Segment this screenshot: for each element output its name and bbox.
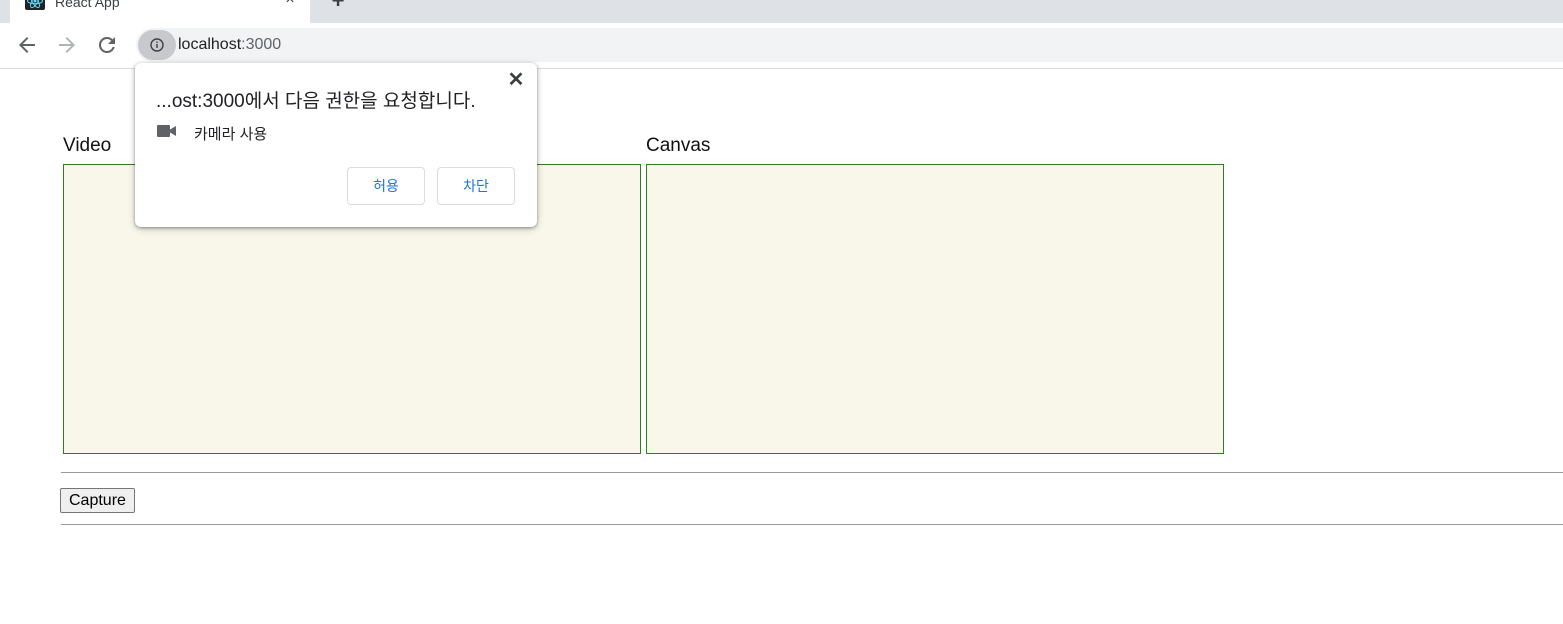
permission-popup: ✕ ...ost:3000에서 다음 권한을 요청합니다. 카메라 사용 허용 … xyxy=(135,63,537,227)
block-button[interactable]: 차단 xyxy=(437,167,515,205)
close-icon[interactable]: ✕ xyxy=(507,70,525,90)
video-camera-icon xyxy=(157,125,176,137)
url-text: localhost:3000 xyxy=(178,36,281,54)
tab-title: React App xyxy=(55,0,120,10)
video-label: Video xyxy=(63,135,112,156)
site-info-icon[interactable] xyxy=(138,30,176,60)
new-tab-button[interactable]: + xyxy=(328,0,348,12)
permission-label: 카메라 사용 xyxy=(194,126,268,143)
divider-top xyxy=(61,472,1563,473)
capture-button[interactable]: Capture xyxy=(60,488,135,513)
tab-close-icon[interactable]: × xyxy=(282,0,298,8)
divider-bottom xyxy=(61,524,1563,525)
reload-icon[interactable] xyxy=(95,33,119,57)
url-host: localhost xyxy=(178,36,242,53)
canvas-area xyxy=(646,164,1224,454)
address-bar[interactable]: localhost:3000 xyxy=(136,28,1563,62)
back-arrow-icon[interactable] xyxy=(15,33,39,57)
react-logo-icon xyxy=(25,0,45,10)
permission-title: ...ost:3000에서 다음 권한을 요청합니다. xyxy=(156,91,476,112)
url-port: :3000 xyxy=(241,36,282,53)
canvas-label: Canvas xyxy=(646,135,711,156)
forward-arrow-icon[interactable] xyxy=(55,33,79,57)
allow-button[interactable]: 허용 xyxy=(347,167,425,205)
tab-strip: React App × + xyxy=(0,0,1563,23)
